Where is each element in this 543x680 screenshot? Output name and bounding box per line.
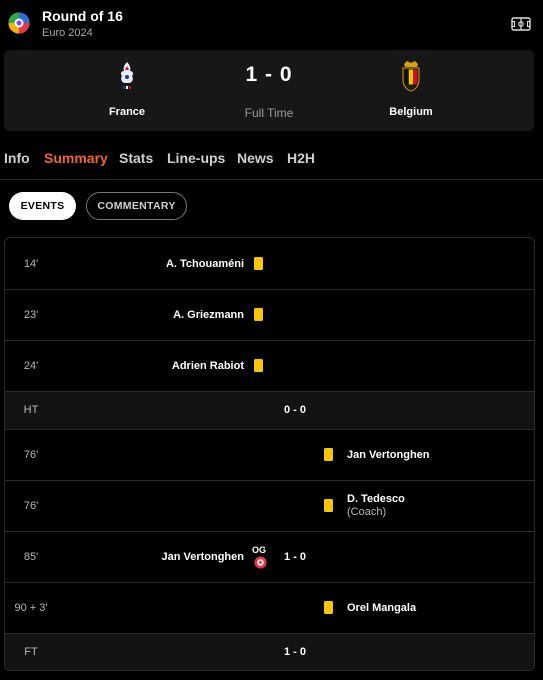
commentary-button[interactable]: COMMENTARY	[86, 192, 187, 220]
event-row[interactable]: 76' D. Tedesco (Coach)	[5, 480, 534, 531]
yellow-card-icon	[324, 448, 333, 461]
fulltime-row: FT 1 - 0	[5, 633, 534, 670]
event-minute: 14'	[23, 258, 39, 270]
event-player[interactable]: Adrien Rabiot	[172, 360, 244, 372]
event-player[interactable]: A. Griezmann	[173, 309, 244, 321]
event-player[interactable]: A. Tchouaméni	[166, 258, 244, 270]
events-list: 14' A. Tchouaméni 23' A. Griezmann 24' A…	[4, 237, 535, 671]
event-score: 1 - 0	[283, 551, 306, 563]
yellow-card-icon	[254, 257, 263, 270]
event-minute: 24'	[23, 360, 39, 372]
match-scorecard: 1 - 0 France Full Time Belgium	[4, 50, 534, 131]
own-goal-label: OG	[252, 545, 267, 555]
event-row[interactable]: 23' A. Griezmann	[5, 289, 534, 340]
away-team-name[interactable]: Belgium	[351, 106, 471, 118]
own-goal-ball-icon	[254, 556, 267, 569]
tab-stats[interactable]: Stats	[119, 150, 153, 166]
event-row[interactable]: 24' Adrien Rabiot	[5, 340, 534, 391]
yellow-card-icon	[324, 499, 333, 512]
event-row[interactable]: 14' A. Tchouaméni	[5, 238, 534, 289]
event-minute: 90 + 3'	[14, 602, 48, 614]
tab-h2h[interactable]: H2H	[287, 150, 315, 166]
event-row[interactable]: 76' Jan Vertonghen	[5, 429, 534, 480]
tab-summary[interactable]: Summary	[44, 150, 108, 166]
event-minute: FT	[24, 646, 38, 658]
event-row[interactable]: 85' Jan Vertonghen OG 1 - 0	[5, 531, 534, 582]
event-player[interactable]: Orel Mangala	[347, 602, 416, 614]
euro-2024-logo-icon[interactable]	[8, 12, 30, 34]
belgium-crest-icon[interactable]	[398, 60, 424, 92]
tab-news[interactable]: News	[237, 150, 274, 166]
halftime-score: 0 - 0	[283, 404, 306, 416]
event-player[interactable]: Jan Vertonghen	[161, 551, 244, 563]
event-row[interactable]: 90 + 3' Orel Mangala	[5, 582, 534, 633]
event-minute: 85'	[23, 551, 39, 563]
events-button[interactable]: EVENTS	[9, 192, 76, 220]
competition-name: Euro 2024	[42, 27, 93, 39]
event-minute: HT	[23, 404, 39, 416]
yellow-card-icon	[324, 601, 333, 614]
event-player-role: (Coach)	[347, 506, 387, 518]
match-tabs: Info Summary Stats Line-ups News H2H	[0, 140, 543, 180]
halftime-row: HT 0 - 0	[5, 391, 534, 429]
pitch-view-icon[interactable]	[511, 14, 531, 34]
event-player[interactable]: D. Tedesco	[347, 493, 405, 505]
tab-line-ups[interactable]: Line-ups	[167, 150, 225, 166]
event-minute: 76'	[23, 449, 39, 461]
top-bar: Round of 16 Euro 2024	[0, 0, 543, 48]
fulltime-score: 1 - 0	[283, 646, 306, 658]
event-minute: 76'	[23, 500, 39, 512]
event-minute: 23'	[23, 309, 39, 321]
yellow-card-icon	[254, 308, 263, 321]
yellow-card-icon	[254, 359, 263, 372]
tab-info[interactable]: Info	[4, 150, 30, 166]
round-title: Round of 16	[42, 8, 123, 24]
match-score: 1 - 0	[245, 63, 293, 86]
event-player[interactable]: Jan Vertonghen	[347, 449, 430, 461]
